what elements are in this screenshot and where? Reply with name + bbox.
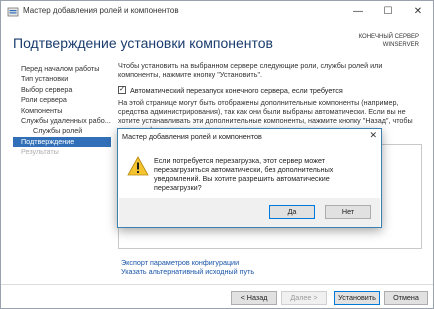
alternate-source-link[interactable]: Указать альтернативный исходный путь	[121, 267, 254, 276]
main-content: Чтобы установить на выбранном сервере сл…	[118, 61, 422, 134]
page-title: Подтверждение установки компонентов	[13, 35, 273, 51]
dialog-body: Если потребуется перезагрузка, этот серв…	[119, 144, 380, 198]
nav-item-server-roles[interactable]: Роли сервера	[13, 95, 111, 105]
window-title: Мастер добавления ролей и компонентов	[23, 6, 179, 15]
nav-item-remote-desktop-services[interactable]: Службы удаленных рабо...	[13, 116, 111, 126]
destination-server-label: КОНЕЧНЫЙ СЕРВЕР WINSERVER	[359, 33, 419, 49]
server-name: WINSERVER	[382, 42, 419, 48]
nav-item-confirmation[interactable]: Подтверждение	[13, 136, 111, 148]
nav-item-installation-type[interactable]: Тип установки	[13, 74, 111, 84]
dialog-close-button[interactable]: ✕	[369, 130, 377, 141]
no-button[interactable]: Нет	[325, 205, 371, 219]
nav-item-server-selection[interactable]: Выбор сервера	[13, 85, 111, 95]
back-button[interactable]: < Назад	[231, 291, 277, 305]
server-manager-icon	[7, 7, 19, 17]
restart-checkbox-label[interactable]: Автоматический перезапуск конечного серв…	[130, 86, 343, 95]
maximize-button[interactable]: ☐	[373, 1, 403, 23]
wizard-nav: Перед началом работы Тип установки Выбор…	[13, 64, 111, 158]
restart-checkbox[interactable]: ✓	[118, 86, 126, 94]
export-config-link[interactable]: Экспорт параметров конфигурации	[121, 258, 254, 267]
cancel-button[interactable]: Отмена	[384, 291, 428, 305]
nav-item-features[interactable]: Компоненты	[13, 106, 111, 116]
server-caption: КОНЕЧНЫЙ СЕРВЕР	[358, 34, 419, 40]
links-area: Экспорт параметров конфигурации Указать …	[121, 258, 254, 276]
install-button[interactable]: Установить	[334, 291, 380, 305]
title-bar: Мастер добавления ролей и компонентов — …	[1, 1, 433, 23]
nav-item-before-you-begin[interactable]: Перед началом работы	[13, 64, 111, 74]
nav-item-results: Результаты	[21, 147, 59, 157]
intro-text: Чтобы установить на выбранном сервере сл…	[118, 61, 383, 79]
restart-confirm-dialog: Мастер добавления ролей и компонентов ✕ …	[117, 128, 382, 228]
wizard-window: Мастер добавления ролей и компонентов — …	[0, 0, 434, 309]
dialog-footer: Да Нет	[119, 198, 380, 227]
footer-divider	[1, 284, 433, 285]
yes-button[interactable]: Да	[269, 205, 315, 219]
dialog-message: Если потребуется перезагрузка, этот серв…	[154, 156, 334, 192]
nav-item-role-services[interactable]: Службы ролей	[13, 126, 111, 136]
next-button: Далее >	[281, 291, 327, 305]
dialog-title: Мастер добавления ролей и компонентов	[122, 132, 262, 141]
minimize-button[interactable]: —	[343, 1, 373, 23]
warning-icon	[127, 156, 149, 176]
close-button[interactable]: ✕	[403, 1, 433, 23]
